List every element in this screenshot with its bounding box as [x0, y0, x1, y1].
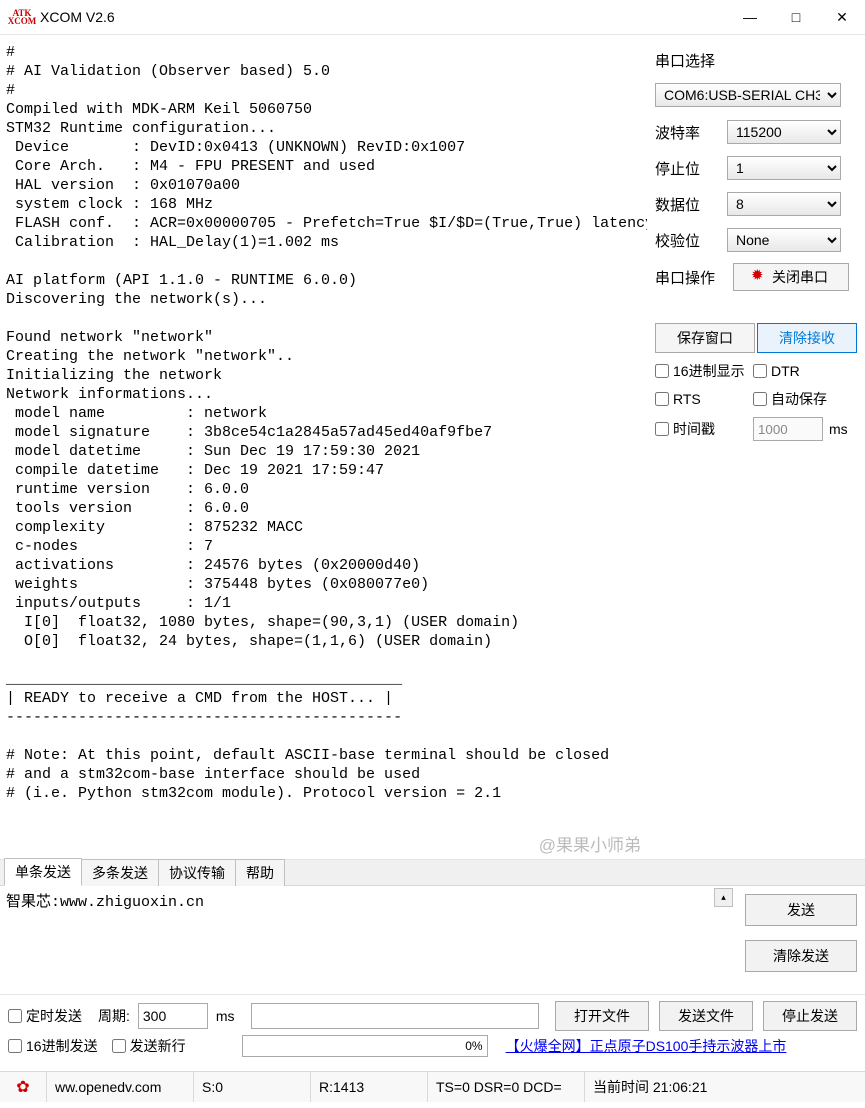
terminal-output[interactable]: # # AI Validation (Observer based) 5.0 #…: [0, 35, 647, 859]
hex-send-checkbox[interactable]: 16进制发送: [8, 1036, 98, 1056]
promo-link[interactable]: 【火爆全网】正点原子DS100手持示波器上市: [506, 1036, 857, 1056]
main-content: # # AI Validation (Observer based) 5.0 #…: [0, 35, 865, 859]
parity-select[interactable]: None: [727, 228, 841, 252]
send-area: 智果芯:www.zhiguoxin.cn ▴ 发送 清除发送: [0, 886, 865, 995]
period-ms: ms: [216, 1008, 235, 1024]
tab-multi-send[interactable]: 多条发送: [81, 859, 159, 886]
data-label: 数据位: [655, 194, 727, 215]
status-bar: ✿ ww.openedv.com S:0 R:1413 TS=0 DSR=0 D…: [0, 1071, 865, 1102]
stop-send-button[interactable]: 停止发送: [763, 1001, 857, 1031]
send-newline-checkbox[interactable]: 发送新行: [112, 1036, 186, 1056]
watermark: @果果小师弟: [539, 836, 641, 855]
tab-single-send[interactable]: 单条发送: [4, 858, 82, 886]
close-serial-button[interactable]: 关闭串口: [733, 263, 849, 291]
period-label: 周期:: [98, 1006, 130, 1026]
minimize-button[interactable]: —: [727, 0, 773, 34]
data-select[interactable]: 8: [727, 192, 841, 216]
gear-icon[interactable]: ✿: [0, 1072, 47, 1102]
parity-label: 校验位: [655, 230, 727, 251]
tab-protocol[interactable]: 协议传输: [158, 859, 236, 886]
autosave-checkbox[interactable]: 自动保存: [753, 389, 827, 409]
timestamp-ms-input[interactable]: [753, 417, 823, 441]
terminal-text: # # AI Validation (Observer based) 5.0 #…: [6, 44, 647, 802]
clear-send-button[interactable]: 清除发送: [745, 940, 857, 972]
scroll-up-icon[interactable]: ▴: [714, 888, 733, 907]
status-flags: TS=0 DSR=0 DCD=: [428, 1072, 585, 1102]
file-path-input[interactable]: [251, 1003, 539, 1029]
status-recv: R:1413: [311, 1072, 428, 1102]
app-icon: ATK XCOM: [10, 5, 34, 29]
close-button[interactable]: ✕: [819, 0, 865, 34]
send-tabs: 单条发送 多条发送 协议传输 帮助: [0, 859, 865, 886]
timestamp-interval: ms: [753, 417, 848, 441]
open-file-button[interactable]: 打开文件: [555, 1001, 649, 1031]
sun-icon: [754, 271, 766, 283]
port-select[interactable]: COM6:USB-SERIAL CH340: [655, 83, 841, 107]
stop-label: 停止位: [655, 158, 727, 179]
rts-checkbox[interactable]: RTS: [655, 391, 753, 407]
period-input[interactable]: [138, 1003, 208, 1029]
progress-bar: 0%: [242, 1035, 488, 1057]
maximize-button[interactable]: □: [773, 0, 819, 34]
send-file-button[interactable]: 发送文件: [659, 1001, 753, 1031]
titlebar: ATK XCOM XCOM V2.6 — □ ✕: [0, 0, 865, 35]
progress-text: 0%: [465, 1039, 482, 1053]
stop-select[interactable]: 1: [727, 156, 841, 180]
window-title: XCOM V2.6: [40, 9, 727, 25]
send-button[interactable]: 发送: [745, 894, 857, 926]
status-sent: S:0: [194, 1072, 311, 1102]
hex-display-checkbox[interactable]: 16进制显示: [655, 361, 753, 381]
options-row: 定时发送 周期: ms 打开文件 发送文件 停止发送 16进制发送 发送新行 0…: [0, 995, 865, 1071]
serial-op-label: 串口操作: [655, 267, 727, 288]
status-url[interactable]: ww.openedv.com: [47, 1072, 194, 1102]
dtr-checkbox[interactable]: DTR: [753, 363, 800, 379]
baud-label: 波特率: [655, 122, 727, 143]
baud-select[interactable]: 115200: [727, 120, 841, 144]
serial-select-label: 串口选择: [655, 50, 715, 71]
send-textarea[interactable]: 智果芯:www.zhiguoxin.cn: [0, 886, 735, 994]
clear-recv-button[interactable]: 清除接收: [757, 323, 857, 353]
tab-help[interactable]: 帮助: [235, 859, 285, 886]
timed-send-checkbox[interactable]: 定时发送: [8, 1006, 82, 1026]
serial-settings-panel: 串口选择 COM6:USB-SERIAL CH340 波特率 115200 停止…: [647, 35, 865, 859]
timestamp-checkbox[interactable]: 时间戳: [655, 419, 753, 439]
save-window-button[interactable]: 保存窗口: [655, 323, 755, 353]
status-time: 当前时间 21:06:21: [585, 1072, 865, 1102]
